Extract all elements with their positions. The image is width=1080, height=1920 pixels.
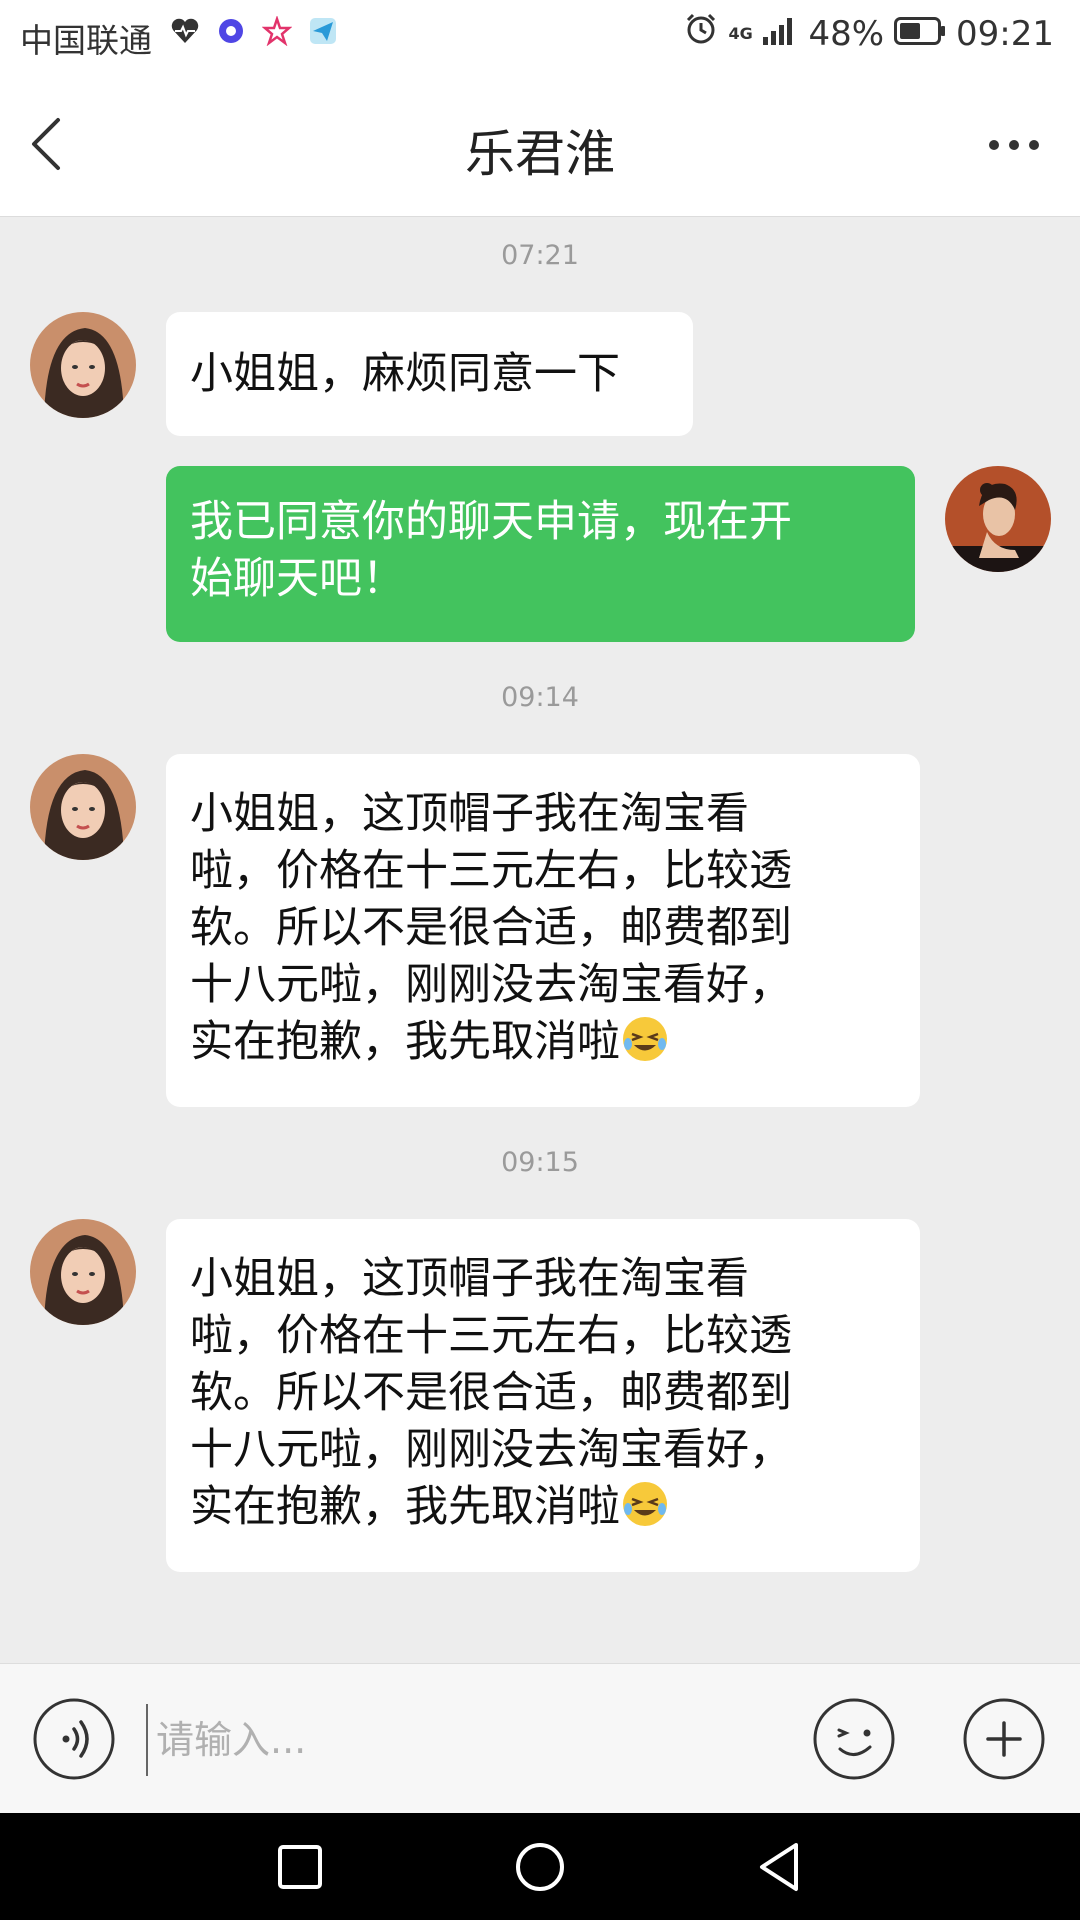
message-line: 小姐姐，这顶帽子我在淘宝看 [190, 789, 749, 839]
heart-rate-icon [170, 16, 200, 46]
message-line: 软。所以不是很合适，邮费都到 [190, 1368, 792, 1418]
laugh-cry-emoji [620, 1014, 670, 1064]
battery-icon [894, 14, 946, 54]
home-icon [516, 1843, 564, 1891]
message-line: 我已同意你的聊天申请，现在开 [190, 497, 792, 547]
back-icon [760, 1843, 798, 1891]
browser-icon [216, 16, 246, 46]
sent-message[interactable]: 我已同意你的聊天申请，现在开 始聊天吧！ [166, 466, 915, 642]
send-app-icon [308, 16, 338, 46]
contact-avatar[interactable] [30, 312, 136, 418]
input-bar [0, 1663, 1080, 1814]
message-text: 实在抱歉，我先取消啦 [190, 1482, 620, 1532]
message-line: 十八元啦，刚刚没去淘宝看好， [190, 1425, 792, 1475]
message-line: 始聊天吧！ [190, 554, 405, 604]
contact-avatar[interactable] [30, 1219, 136, 1325]
message-line-with-emoji: 实在抱歉，我先取消啦 [190, 1014, 896, 1071]
message-line: 十八元啦，刚刚没去淘宝看好， [190, 960, 792, 1010]
message-text: 实在抱歉，我先取消啦 [190, 1017, 620, 1067]
more-dots-icon [989, 140, 1039, 150]
notification-icons [170, 15, 338, 47]
status-right: 4G 48% 09:21 [684, 12, 1054, 55]
recent-apps-button[interactable] [272, 1839, 328, 1895]
received-message[interactable]: 小姐姐，这顶帽子我在淘宝看 啦，价格在十三元左右，比较透 软。所以不是很合适，邮… [166, 754, 920, 1107]
battery-level: 48% [808, 13, 885, 54]
recent-apps-icon [278, 1845, 322, 1889]
carrier-name: 中国联通 [20, 21, 152, 60]
star-app-icon [261, 15, 293, 47]
alarm-icon [684, 12, 718, 55]
clock: 09:21 [956, 13, 1054, 54]
message-line: 啦，价格在十三元左右，比较透 [190, 1311, 792, 1361]
more-button[interactable] [984, 127, 1044, 163]
emoji-icon [813, 1698, 895, 1780]
signal-icon [762, 14, 798, 54]
system-nav-bar [0, 1813, 1080, 1920]
plus-icon [963, 1698, 1045, 1780]
nav-back-button[interactable] [752, 1839, 808, 1895]
message-input[interactable] [146, 1704, 778, 1776]
chat-header: 乐君淮 [0, 72, 1080, 217]
timestamp: 09:14 [501, 682, 579, 713]
laugh-cry-emoji [620, 1479, 670, 1529]
received-message[interactable]: 小姐姐，麻烦同意一下 [166, 312, 693, 436]
voice-button[interactable] [32, 1697, 116, 1781]
message-line: 软。所以不是很合适，邮费都到 [190, 903, 792, 953]
received-message[interactable]: 小姐姐，这顶帽子我在淘宝看 啦，价格在十三元左右，比较透 软。所以不是很合适，邮… [166, 1219, 920, 1572]
message-line: 啦，价格在十三元左右，比较透 [190, 846, 792, 896]
message-line-with-emoji: 实在抱歉，我先取消啦 [190, 1479, 896, 1536]
message-list[interactable]: 07:21 小姐姐，麻烦同意一下 我已同意你的聊天申请，现在开 始聊天吧！ 09… [0, 216, 1080, 1663]
timestamp: 09:15 [501, 1147, 579, 1178]
message-line: 小姐姐，这顶帽子我在淘宝看 [190, 1254, 749, 1304]
voice-icon [33, 1698, 115, 1780]
add-attachment-button[interactable] [962, 1697, 1046, 1781]
home-button[interactable] [512, 1839, 568, 1895]
message-text: 小姐姐，麻烦同意一下 [190, 349, 620, 399]
contact-avatar[interactable] [30, 754, 136, 860]
timestamp: 07:21 [501, 240, 579, 271]
network-type: 4G [728, 23, 753, 43]
status-bar: 中国联通 4G 48% 09:21 [0, 0, 1080, 72]
my-avatar[interactable] [945, 466, 1051, 572]
emoji-button[interactable] [812, 1697, 896, 1781]
chat-title: 乐君淮 [465, 125, 615, 183]
